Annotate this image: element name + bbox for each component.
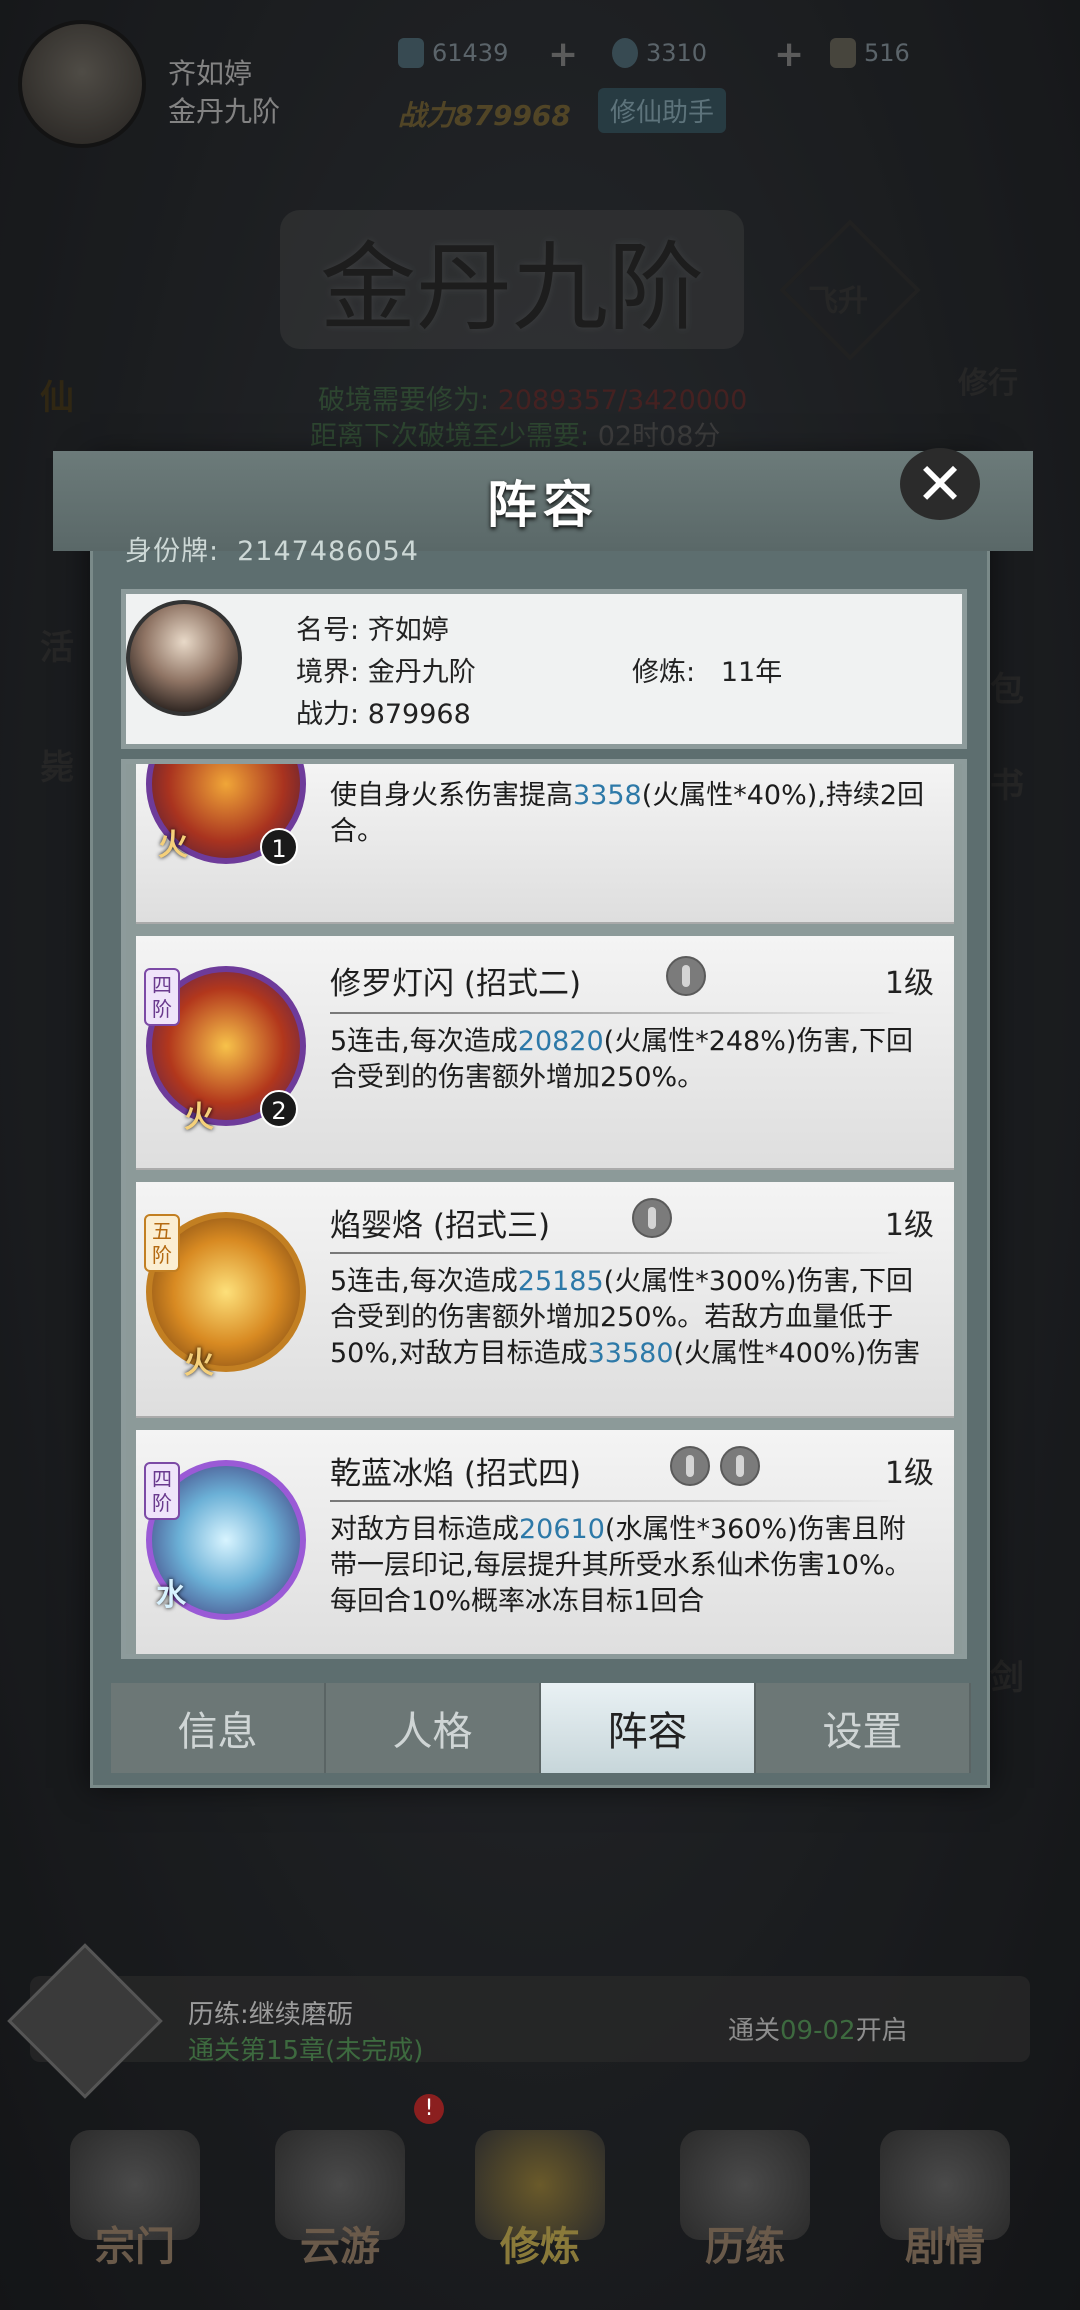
attack-type-icon (666, 956, 706, 996)
skill-card[interactable]: 四阶 水 乾蓝冰焰 (招式四) 1级 对敌方目标造成20610(水属性*360%… (136, 1430, 954, 1654)
skill-level: 1级 (884, 1456, 934, 1491)
fire-element-glyph: 火 (184, 1346, 214, 1381)
cultivate-row: 修炼: 11年 (632, 657, 783, 688)
slot-badge: 2 (260, 1090, 298, 1128)
tier-badge: 四阶 (144, 968, 180, 1026)
mission-progress: 通关第15章(未完成) (188, 2036, 424, 2066)
skill-description: 对敌方目标造成20610(水属性*360%)伤害且附带一层印记,每层提升其所受水… (330, 1514, 912, 1617)
card-divider (330, 1012, 900, 1014)
debuff-type-icon (720, 1446, 760, 1486)
name-row: 名号: 齐如婷 (296, 615, 449, 646)
fire-element-glyph: 火 (158, 828, 188, 863)
skill-name: 修罗灯闪 (招式二) (330, 966, 582, 1002)
identity-tag: 身份牌: 2147486054 (125, 536, 419, 567)
skill-name: 焰婴烙 (招式三) (330, 1208, 551, 1244)
tier-badge: 五阶 (144, 1214, 180, 1272)
water-element-glyph: 水 (156, 1578, 186, 1613)
tier-badge: 四阶 (144, 1462, 180, 1520)
tab-settings[interactable]: 设置 (756, 1683, 971, 1773)
close-icon[interactable]: ✕ (900, 448, 980, 520)
panel-title: 阵容 (487, 476, 599, 534)
skill-card[interactable]: 五阶 火 焰婴烙 (招式三) 1级 5连击,每次造成25185(火属性*300%… (136, 1182, 954, 1418)
nav-travel[interactable]: 云游 (265, 2130, 415, 2290)
tab-personality[interactable]: 人格 (326, 1683, 541, 1773)
nav-story[interactable]: 剧情 (870, 2130, 1020, 2290)
tab-info[interactable]: 信息 (111, 1683, 326, 1773)
panel-tabs: 信息 人格 阵容 设置 (111, 1683, 971, 1773)
skill-card[interactable]: 火 1 使自身火系伤害提高3358(火属性*40%),持续2回合。 (136, 764, 954, 924)
skill-card[interactable]: 四阶 火 2 修罗灯闪 (招式二) 1级 5连击,每次造成20820(火属性*2… (136, 936, 954, 1170)
realm-row: 境界: 金丹九阶 (296, 657, 476, 688)
attack-type-icon (632, 1198, 672, 1238)
attack-type-icon (670, 1446, 710, 1486)
nav-training[interactable]: 历练 (670, 2130, 820, 2290)
skill-list[interactable]: 火 1 使自身火系伤害提高3358(火属性*40%),持续2回合。 四阶 火 2… (121, 759, 967, 1659)
mission-label: 历练:继续磨砺 (188, 2000, 353, 2030)
tab-lineup[interactable]: 阵容 (541, 1683, 756, 1773)
skill-description: 5连击,每次造成25185(火属性*300%)伤害,下回合受到的伤害额外增加25… (330, 1266, 921, 1369)
skill-name: 乾蓝冰焰 (招式四) (330, 1456, 582, 1492)
slot-badge: 1 (260, 828, 298, 866)
fire-element-glyph: 火 (184, 1100, 214, 1135)
player-info-card: 名号: 齐如婷 境界: 金丹九阶 修炼: 11年 战力: 879968 (121, 589, 967, 749)
skill-description: 5连击,每次造成20820(火属性*248%)伤害,下回合受到的伤害额外增加25… (330, 1026, 914, 1093)
unlock-hint: 通关09-02开启 (728, 2016, 908, 2046)
nav-cultivate[interactable]: 修炼 (465, 2130, 615, 2290)
card-divider (330, 1252, 900, 1254)
info-avatar (126, 600, 242, 716)
notification-badge: ! (414, 2094, 444, 2124)
skill-description: 使自身火系伤害提高3358(火属性*40%),持续2回合。 (330, 780, 925, 847)
nav-sect[interactable]: 宗门 (60, 2130, 210, 2290)
skill-level: 1级 (884, 1208, 934, 1243)
power-row: 战力: 879968 (296, 699, 471, 730)
card-divider (330, 1500, 900, 1502)
lineup-panel: 阵容 身份牌: 2147486054 名号: 齐如婷 境界: 金丹九阶 修炼: 1… (53, 451, 1033, 1788)
skill-level: 1级 (884, 966, 934, 1001)
